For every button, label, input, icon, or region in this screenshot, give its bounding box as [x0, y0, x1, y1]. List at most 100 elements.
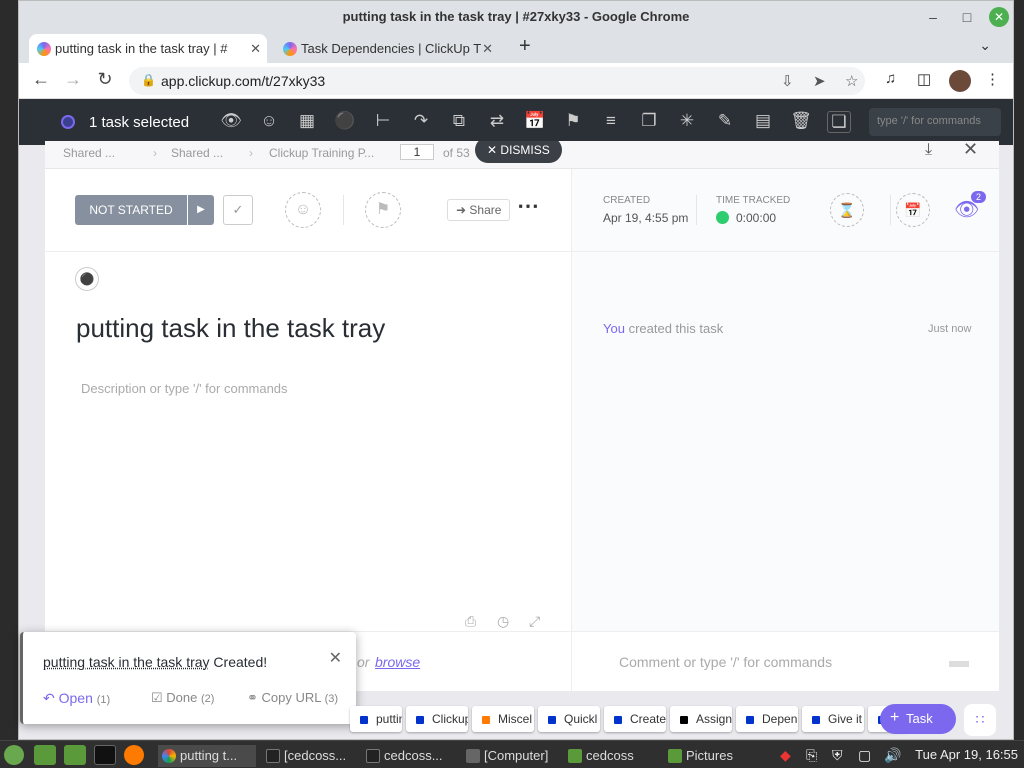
description-field[interactable]: Description or type '/' for commands — [81, 381, 288, 396]
lock-icon[interactable]: 🔒 — [141, 73, 156, 87]
taskbar-item-folder[interactable]: cedcoss — [564, 745, 656, 767]
profile-avatar[interactable] — [949, 70, 971, 92]
taskbar-item-terminal[interactable]: [cedcoss... — [262, 745, 354, 767]
task-title[interactable]: putting task in the task tray — [76, 313, 385, 344]
share-button[interactable]: ➜ Share — [447, 199, 511, 221]
toast-task-name[interactable]: putting task in the task tray — [43, 654, 210, 670]
comment-input[interactable]: Comment or type '/' for commands — [619, 654, 832, 670]
time-estimate-hourglass-icon[interactable]: ⌛ — [830, 193, 864, 227]
subtask-icon[interactable]: ⊢ — [371, 111, 395, 131]
url-text[interactable]: app.clickup.com/t/27xky33 — [161, 73, 325, 89]
url-omnibox[interactable]: 🔒 app.clickup.com/t/27xky33 ⇩ ➤ ☆ — [129, 67, 865, 95]
due-date-calendar-icon[interactable]: 📅 — [896, 193, 930, 227]
calendar-icon[interactable]: 📅 — [523, 111, 547, 131]
back-icon[interactable]: ← — [29, 69, 53, 90]
chrome-menu-icon[interactable]: ⋮ — [985, 70, 1000, 88]
terminal-icon[interactable] — [94, 745, 116, 765]
files-folder-icon[interactable] — [64, 745, 86, 765]
apps-grid-icon[interactable]: ∷ — [964, 704, 996, 736]
new-tab-icon[interactable]: + — [519, 35, 531, 58]
archive-icon[interactable]: ▤ — [751, 111, 775, 131]
volume-icon[interactable]: 🔊 — [884, 747, 901, 764]
activity-actor[interactable]: You — [603, 321, 625, 336]
status-button[interactable]: NOT STARTED — [75, 195, 187, 225]
dependency-icon[interactable]: ≡ — [599, 111, 623, 131]
selection-indicator[interactable] — [61, 115, 75, 129]
tray-item[interactable]: Clickup — [406, 706, 468, 732]
toast-copy-url-button[interactable]: ⚭ Copy URL (3) — [247, 690, 338, 706]
time-tracked-value[interactable]: 0:00:00 — [736, 211, 776, 225]
close-tab-icon[interactable]: ✕ — [250, 34, 261, 63]
toast-open-button[interactable]: ↶ Open (1) — [43, 690, 110, 707]
download-icon[interactable]: ⤓ — [925, 141, 932, 159]
media-icon[interactable]: ♫ — [885, 70, 896, 87]
tray-item[interactable]: putting — [350, 706, 402, 732]
edit-icon[interactable]: ✎ — [713, 111, 737, 131]
breadcrumb-item[interactable]: Shared ... — [171, 146, 223, 160]
tag-icon[interactable]: ⚫ — [333, 111, 357, 131]
tray-item[interactable]: Create — [604, 706, 666, 732]
delete-icon[interactable]: 🗑 — [789, 111, 813, 131]
expand-icon[interactable]: ⤢ — [529, 613, 540, 630]
menu-logo-icon[interactable] — [4, 745, 24, 765]
task-index-input[interactable]: 1 — [400, 144, 434, 160]
taskbar-item-chrome[interactable]: putting t... — [158, 745, 256, 767]
close-modal-icon[interactable]: ✕ — [963, 141, 978, 160]
duplicate-icon[interactable]: ❐ — [637, 111, 661, 131]
browse-files-link[interactable]: browse — [375, 654, 420, 670]
install-app-icon[interactable]: ⇩ — [781, 72, 794, 90]
watch-eye-icon[interactable]: 👁 — [219, 111, 243, 131]
tray-item[interactable]: Quickl — [538, 706, 600, 732]
tab-current-task[interactable]: putting task in the task tray | # ✕ — [29, 34, 267, 63]
close-icon[interactable]: ✕ — [329, 648, 342, 668]
assign-user-icon[interactable]: ☺ — [257, 111, 281, 131]
breadcrumb-item[interactable]: Shared ... — [63, 146, 115, 160]
firefox-icon[interactable] — [124, 745, 144, 765]
shield-icon[interactable]: ⛨ — [832, 747, 843, 764]
taskbar-item-pictures[interactable]: Pictures — [664, 745, 760, 767]
close-tab-icon[interactable]: ✕ — [482, 34, 493, 63]
breadcrumb-item[interactable]: Clickup Training P... — [269, 146, 374, 160]
minimize-icon[interactable]: – — [923, 7, 943, 27]
send-icon[interactable]: ➤ — [813, 72, 826, 90]
more-actions-icon[interactable]: ❏ — [827, 111, 851, 133]
history-icon[interactable]: ◷ — [497, 613, 509, 630]
relationship-icon[interactable]: ✳ — [675, 111, 699, 131]
tray-item[interactable]: Depen — [736, 706, 798, 732]
move-icon[interactable]: ↷ — [409, 111, 433, 131]
status-icon[interactable]: ▦ — [295, 111, 319, 131]
anydesk-icon[interactable]: ◆ — [780, 747, 791, 764]
new-task-button[interactable]: + Task — [880, 704, 956, 734]
dismiss-button[interactable]: ✕ DISMISS — [475, 141, 562, 163]
next-status-arrow-icon[interactable]: ▶ — [188, 195, 214, 225]
taskbar-item-computer[interactable]: [Computer] — [462, 745, 558, 767]
maximize-icon[interactable]: □ — [957, 7, 977, 27]
copy-icon[interactable]: ⧉ — [447, 111, 471, 131]
print-icon[interactable]: ⎙ — [465, 613, 476, 630]
tray-item[interactable]: Give it — [802, 706, 864, 732]
comment-bubble-icon[interactable]: ▬ — [949, 650, 969, 673]
close-window-icon[interactable]: ✕ — [989, 7, 1009, 27]
priority-flag-icon[interactable]: ⚑ — [365, 192, 401, 228]
merge-icon[interactable]: ⇄ — [485, 111, 509, 131]
forward-icon[interactable]: → — [61, 69, 85, 90]
tab-search-chevron-icon[interactable]: ⌄ — [979, 37, 991, 54]
timer-play-icon[interactable] — [716, 211, 729, 224]
reload-icon[interactable]: ↻ — [93, 69, 117, 90]
tray-item[interactable]: Assign — [670, 706, 732, 732]
side-panel-icon[interactable]: ◫ — [917, 70, 931, 88]
tag-icon[interactable]: ⚫ — [75, 267, 99, 291]
complete-check-icon[interactable]: ✓ — [223, 195, 253, 225]
tab-task-dependencies[interactable]: Task Dependencies | ClickUp T ✕ — [275, 34, 499, 63]
clock[interactable]: Tue Apr 19, 16:55 — [915, 747, 1018, 762]
toast-done-button[interactable]: ☑ Done (2) — [151, 690, 214, 706]
bookmark-star-icon[interactable]: ☆ — [845, 72, 858, 90]
command-input[interactable]: type '/' for commands — [869, 108, 1001, 136]
assignee-add-icon[interactable]: ☺ — [285, 192, 321, 228]
tray-item[interactable]: Miscel — [472, 706, 534, 732]
more-options-icon[interactable]: ⋯ — [517, 193, 539, 219]
priority-flag-icon[interactable]: ⚑ — [561, 111, 585, 131]
clipboard-icon[interactable]: ⎘ — [806, 747, 817, 764]
window-icon[interactable]: ▢ — [858, 747, 871, 764]
taskbar-item-terminal[interactable]: cedcoss... — [362, 745, 452, 767]
